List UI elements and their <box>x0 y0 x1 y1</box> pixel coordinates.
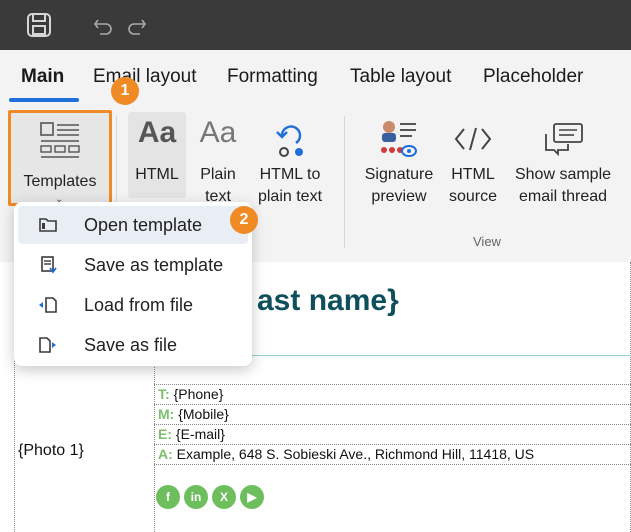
menu-item-label: Load from file <box>84 295 194 315</box>
redo-icon[interactable] <box>122 10 152 40</box>
row-border <box>154 464 631 465</box>
html-label: HTML <box>135 166 179 183</box>
step-badge-1: 1 <box>111 77 139 105</box>
html-aa-icon: Aa <box>137 116 177 149</box>
signature-preview-label-line2: preview <box>371 188 427 205</box>
menu-item-label: Save as template <box>84 255 224 275</box>
html-to-plain-label-line1: HTML to <box>259 166 321 183</box>
html-to-plain-label-line2: plain text <box>257 188 323 205</box>
save-file-icon <box>39 337 56 353</box>
name-placeholder[interactable]: ast name} <box>257 284 399 318</box>
html-source-label-line1: HTML <box>451 166 495 183</box>
tab-main[interactable]: Main <box>21 66 64 88</box>
convert-icon <box>276 125 303 157</box>
menu-item-load-from-file[interactable]: Load from file <box>18 286 248 324</box>
email-value: {E-mail} <box>175 426 225 442</box>
sample-thread-label-line2: email thread <box>518 188 608 205</box>
tab-formatting[interactable]: Formatting <box>227 66 318 88</box>
youtube-icon[interactable]: ▶ <box>240 485 264 509</box>
phone-value: {Phone} <box>173 386 224 402</box>
linkedin-icon[interactable]: in <box>184 485 208 509</box>
menu-item-save-as-template[interactable]: Save as template <box>18 246 248 284</box>
signature-preview-button[interactable]: Signature preview <box>358 112 440 212</box>
menu-item-save-as-file[interactable]: Save as file <box>18 326 248 364</box>
plain-text-button[interactable]: Aa Plain text <box>190 112 246 212</box>
phone-line[interactable]: T: {Phone} <box>158 386 223 402</box>
menu-item-label: Open template <box>84 215 203 235</box>
view-group-label: View <box>473 234 501 249</box>
plain-aa-icon: Aa <box>199 116 237 149</box>
title-bar <box>0 0 631 50</box>
show-sample-thread-button[interactable]: Show sample email thread <box>508 112 618 212</box>
undo-icon[interactable] <box>88 10 118 40</box>
row-border <box>154 404 631 405</box>
step-badge-2: 2 <box>230 206 258 234</box>
code-icon <box>454 127 492 151</box>
save-icon[interactable] <box>24 10 54 40</box>
mobile-key: M: <box>158 406 175 422</box>
tab-table-layout[interactable]: Table layout <box>350 66 451 88</box>
html-source-button[interactable]: HTML source <box>444 112 502 212</box>
row-border <box>154 424 631 425</box>
templates-button[interactable]: Templates ⌄ <box>8 110 112 206</box>
email-line[interactable]: E: {E-mail} <box>158 426 225 442</box>
row-border <box>154 384 631 385</box>
signature-preview-label-line1: Signature <box>364 166 434 183</box>
templates-icon <box>40 122 80 158</box>
html-format-button[interactable]: Aa HTML <box>128 112 186 198</box>
address-line[interactable]: A: Example, 648 S. Sobieski Ave., Richmo… <box>158 446 534 462</box>
x-icon[interactable]: X <box>212 485 236 509</box>
menu-item-open-template[interactable]: Open template <box>18 206 248 244</box>
html-to-plain-text-button[interactable]: HTML to plain text <box>250 112 330 212</box>
plain-text-label-line1: Plain <box>200 166 236 183</box>
signature-preview-icon <box>381 121 417 157</box>
mobile-line[interactable]: M: {Mobile} <box>158 406 229 422</box>
divider <box>344 116 345 248</box>
html-source-label-line2: source <box>448 188 498 205</box>
row-border <box>154 444 631 445</box>
email-thread-icon <box>545 123 583 156</box>
photo-placeholder[interactable]: {Photo 1} <box>18 442 84 460</box>
mobile-value: {Mobile} <box>178 406 229 422</box>
address-key: A: <box>158 446 173 462</box>
tab-placeholder[interactable]: Placeholder <box>483 66 583 88</box>
sample-thread-label-line1: Show sample <box>514 166 612 183</box>
phone-key: T: <box>158 386 170 402</box>
load-file-icon <box>39 297 57 313</box>
facebook-icon[interactable]: f <box>156 485 180 509</box>
templates-menu: Open template Save as template Load from… <box>14 202 252 366</box>
folder-icon <box>39 218 57 232</box>
menu-item-label: Save as file <box>84 335 178 355</box>
ribbon-tabs: Main Email layout Formatting Table layou… <box>0 50 631 102</box>
address-value: Example, 648 S. Sobieski Ave., Richmond … <box>176 446 535 462</box>
email-key: E: <box>158 426 172 442</box>
tab-email-layout[interactable]: Email layout <box>93 66 197 88</box>
save-template-icon <box>41 256 57 274</box>
